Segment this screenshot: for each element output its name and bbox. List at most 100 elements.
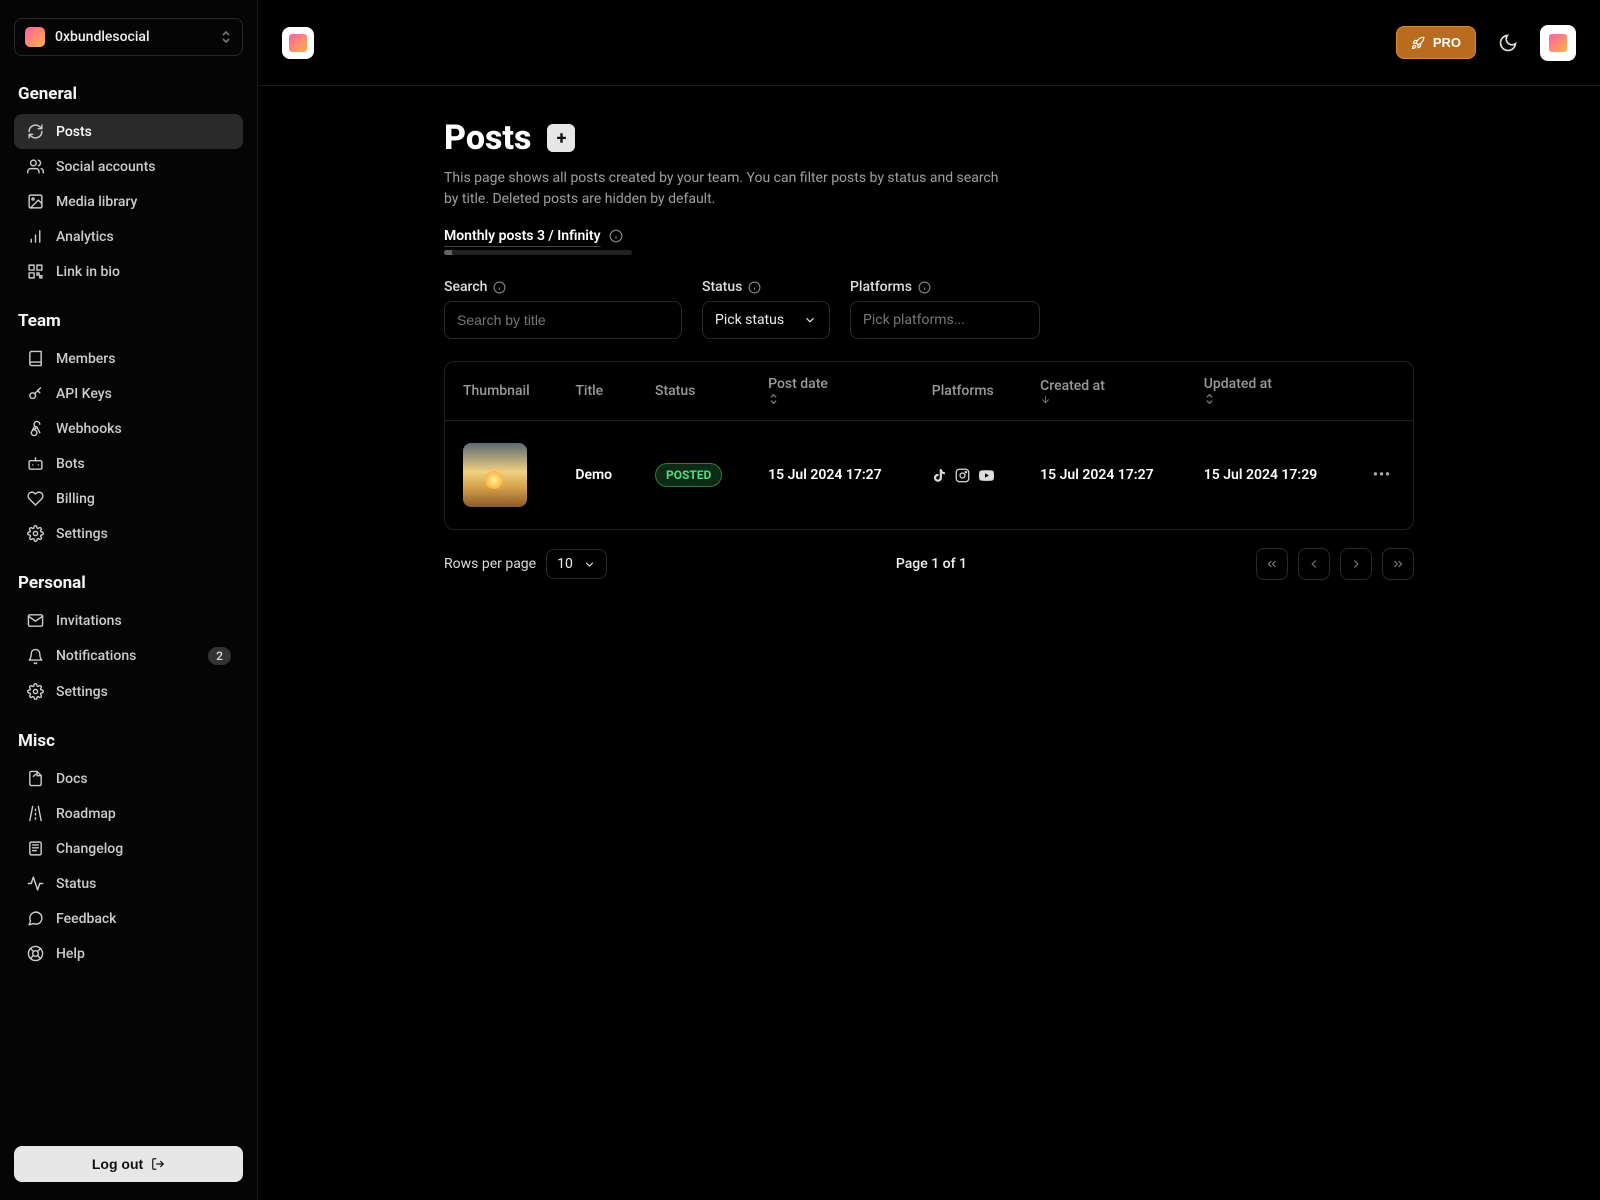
row-actions-button[interactable]: •••	[1373, 467, 1391, 483]
key-icon	[26, 385, 44, 402]
logout-button[interactable]: Log out	[14, 1146, 243, 1182]
sidebar-item-label: Posts	[56, 124, 92, 140]
bar-chart-icon	[26, 228, 44, 245]
road-icon	[26, 805, 44, 822]
sidebar-item-label: Notifications	[56, 648, 136, 664]
sidebar-item-billing[interactable]: Billing	[14, 481, 243, 516]
rows-per-page-select[interactable]: 10	[546, 549, 607, 579]
col-created-at[interactable]: Created at	[1022, 362, 1186, 421]
sidebar-item-docs[interactable]: Docs	[14, 761, 243, 796]
doc-icon	[26, 770, 44, 787]
section-title: Team	[18, 311, 239, 331]
changelog-icon	[26, 840, 44, 857]
sidebar-item-link-in-bio[interactable]: Link in bio	[14, 254, 243, 289]
sidebar-item-label: Billing	[56, 491, 95, 507]
sidebar-item-settings[interactable]: Settings	[14, 516, 243, 551]
section-title: Personal	[18, 573, 239, 593]
info-icon[interactable]	[609, 229, 623, 243]
info-icon[interactable]	[493, 281, 506, 294]
info-icon[interactable]	[918, 281, 931, 294]
sidebar-item-roadmap[interactable]: Roadmap	[14, 796, 243, 831]
section-title: General	[18, 84, 239, 104]
sidebar-item-label: Feedback	[56, 911, 116, 927]
sidebar-item-posts[interactable]: Posts	[14, 114, 243, 149]
col-thumbnail: Thumbnail	[445, 362, 557, 421]
status-badge: POSTED	[655, 463, 722, 487]
chevron-down-icon	[583, 558, 596, 571]
sidebar-item-label: Settings	[56, 684, 108, 700]
sidebar-item-status[interactable]: Status	[14, 866, 243, 901]
bell-icon	[26, 648, 44, 665]
sidebar-item-social-accounts[interactable]: Social accounts	[14, 149, 243, 184]
sidebar-item-label: Help	[56, 946, 85, 962]
sidebar-item-label: Webhooks	[56, 421, 122, 437]
last-page-button[interactable]	[1382, 548, 1414, 580]
pulse-icon	[26, 875, 44, 892]
sidebar-item-label: Roadmap	[56, 806, 116, 822]
search-label: Search	[444, 279, 487, 295]
sort-icon	[1204, 392, 1332, 406]
page-description: This page shows all posts created by you…	[444, 168, 1004, 210]
sidebar-item-label: Changelog	[56, 841, 123, 857]
book-icon	[26, 350, 44, 367]
info-icon[interactable]	[748, 281, 761, 294]
plus-icon: +	[557, 128, 567, 149]
sidebar-item-settings[interactable]: Settings	[14, 674, 243, 709]
sidebar-item-label: Invitations	[56, 613, 122, 629]
heart-icon	[26, 490, 44, 507]
users-icon	[26, 158, 44, 175]
status-label: Status	[702, 279, 742, 295]
sidebar-item-invitations[interactable]: Invitations	[14, 603, 243, 638]
main: PRO Posts + This page shows all posts cr…	[258, 0, 1600, 1200]
add-post-button[interactable]: +	[547, 124, 575, 152]
sidebar-item-notifications[interactable]: Notifications 2	[14, 638, 243, 674]
col-updated-at[interactable]: Updated at	[1186, 362, 1350, 421]
sidebar-item-label: Status	[56, 876, 96, 892]
sidebar-item-label: API Keys	[56, 386, 112, 402]
page-indicator: Page 1 of 1	[607, 556, 1256, 572]
chevron-down-icon	[803, 313, 817, 327]
table-row[interactable]: Demo POSTED 15 Jul 2024 17:27	[445, 421, 1413, 530]
theme-toggle-button[interactable]	[1490, 25, 1526, 61]
image-icon	[26, 193, 44, 210]
platforms-select-label: Pick platforms...	[863, 312, 965, 328]
notification-badge: 2	[208, 647, 231, 665]
workspace-switcher[interactable]: 0xbundlesocial	[14, 18, 243, 56]
sidebar-item-members[interactable]: Members	[14, 341, 243, 376]
sidebar-item-media-library[interactable]: Media library	[14, 184, 243, 219]
sidebar-item-analytics[interactable]: Analytics	[14, 219, 243, 254]
status-select[interactable]: Pick status	[702, 301, 830, 339]
app-logo[interactable]	[282, 27, 314, 59]
sidebar-item-bots[interactable]: Bots	[14, 446, 243, 481]
sidebar-item-changelog[interactable]: Changelog	[14, 831, 243, 866]
pro-button[interactable]: PRO	[1396, 26, 1476, 59]
user-avatar[interactable]	[1540, 25, 1576, 61]
youtube-icon	[978, 468, 995, 483]
sort-icon	[768, 392, 896, 406]
search-input[interactable]	[444, 301, 682, 339]
usage-bar	[444, 250, 632, 255]
post-title: Demo	[575, 467, 612, 483]
moon-icon	[1498, 33, 1518, 53]
sidebar-item-webhooks[interactable]: Webhooks	[14, 411, 243, 446]
chat-icon	[26, 910, 44, 927]
usage-label: Monthly posts 3 / Infinity	[444, 228, 601, 244]
logout-label: Log out	[92, 1156, 143, 1172]
gear-icon	[26, 683, 44, 700]
sidebar-item-help[interactable]: Help	[14, 936, 243, 971]
first-page-button[interactable]	[1256, 548, 1288, 580]
rows-per-page-label: Rows per page	[444, 556, 536, 572]
sidebar-item-feedback[interactable]: Feedback	[14, 901, 243, 936]
sidebar-item-label: Settings	[56, 526, 108, 542]
gear-icon	[26, 525, 44, 542]
sidebar-item-api-keys[interactable]: API Keys	[14, 376, 243, 411]
chevron-updown-icon	[220, 29, 232, 45]
rocket-icon	[1411, 36, 1425, 50]
status-select-label: Pick status	[715, 312, 784, 328]
platforms-select[interactable]: Pick platforms...	[850, 301, 1040, 339]
instagram-icon	[955, 468, 970, 483]
next-page-button[interactable]	[1340, 548, 1372, 580]
prev-page-button[interactable]	[1298, 548, 1330, 580]
col-post-date[interactable]: Post date	[750, 362, 914, 421]
refresh-icon	[26, 123, 44, 140]
